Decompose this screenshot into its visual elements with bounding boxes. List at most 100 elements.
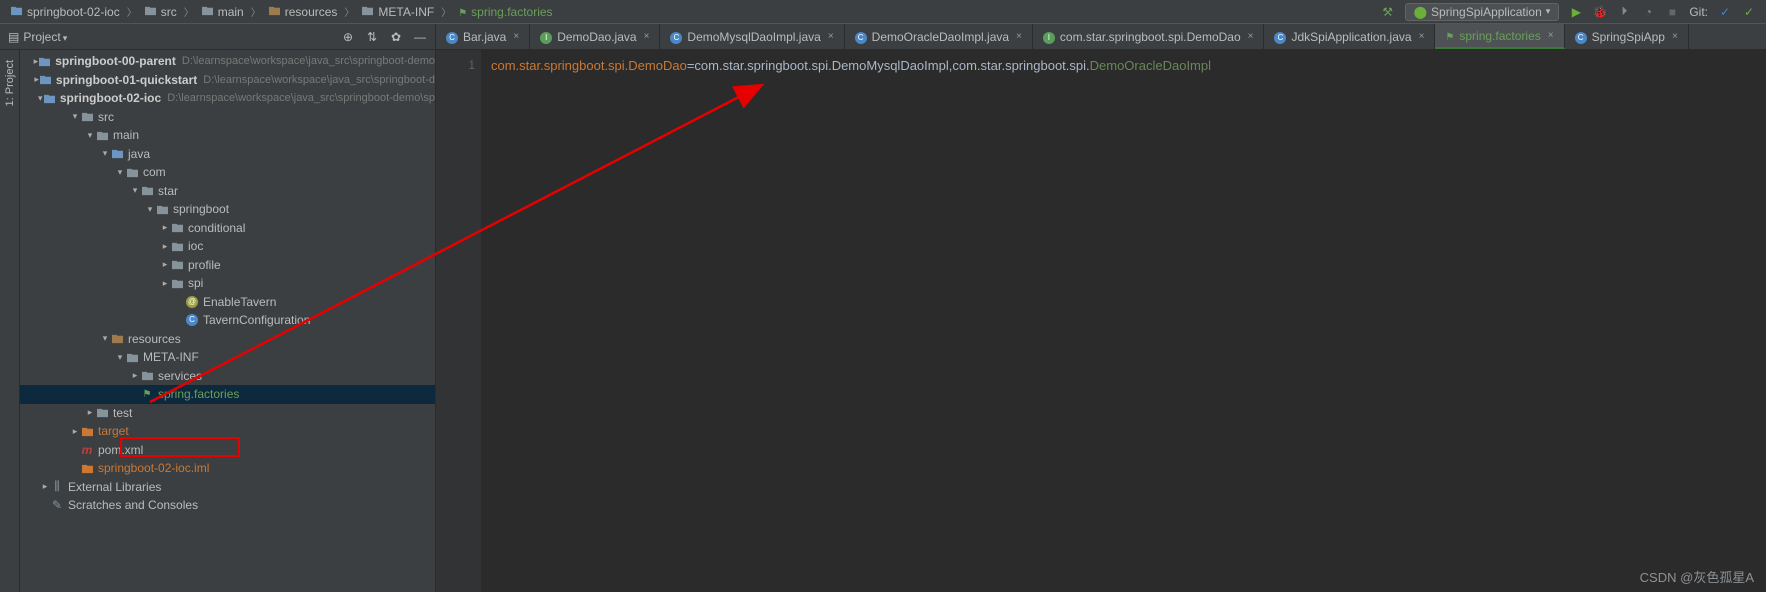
- debug-icon[interactable]: 🐞: [1593, 5, 1607, 19]
- expand-icon[interactable]: ⇅: [365, 30, 379, 44]
- tree-row[interactable]: ▾ src: [20, 108, 435, 127]
- hide-icon[interactable]: —: [413, 30, 427, 44]
- tree-row[interactable]: ▾springboot-02-iocD:\learnspace\workspac…: [20, 89, 435, 108]
- tree-row[interactable]: ▾ main: [20, 126, 435, 145]
- pkg-icon: [170, 221, 184, 235]
- tab-DemoMysqlDaoImpl-java[interactable]: CDemoMysqlDaoImpl.java×: [660, 24, 844, 49]
- close-icon[interactable]: ×: [1672, 31, 1678, 42]
- close-icon[interactable]: ×: [1248, 31, 1254, 42]
- scratch-icon: ✎: [50, 498, 64, 512]
- tab-com-star-springboot-spi-DemoDao[interactable]: Icom.star.springboot.spi.DemoDao×: [1033, 24, 1265, 49]
- tree-row[interactable]: ▸conditional: [20, 219, 435, 238]
- breadcrumb[interactable]: springboot-02-ioc〉src〉main〉resources〉MET…: [0, 4, 1381, 19]
- project-tool-icon: ▤: [8, 30, 19, 44]
- breadcrumb-item[interactable]: resources: [264, 5, 342, 19]
- tree-row[interactable]: ▾springboot: [20, 200, 435, 219]
- tree-arrow-icon[interactable]: ▸: [85, 407, 95, 418]
- tree-row[interactable]: ⚑spring.factories: [20, 385, 435, 404]
- target-icon[interactable]: ⊕: [341, 30, 355, 44]
- tree-row[interactable]: ▾resources: [20, 330, 435, 349]
- tree-row[interactable]: ▸⫼External Libraries: [20, 478, 435, 497]
- tree-row[interactable]: ▸spi: [20, 274, 435, 293]
- tree-arrow-icon[interactable]: ▾: [130, 185, 140, 196]
- tree-row[interactable]: ▸ioc: [20, 237, 435, 256]
- tree-row[interactable]: ▸profile: [20, 256, 435, 275]
- maven-icon: m: [80, 443, 94, 457]
- module-icon: [38, 54, 51, 68]
- editor-tabs[interactable]: CBar.java×IDemoDao.java×CDemoMysqlDaoImp…: [436, 24, 1766, 49]
- tree-arrow-icon[interactable]: ▾: [100, 148, 110, 159]
- folder-icon: [201, 5, 214, 19]
- git-label: Git:: [1689, 5, 1708, 19]
- tree-arrow-icon[interactable]: ▸: [130, 370, 140, 381]
- tab-spring-factories[interactable]: ⚑spring.factories×: [1435, 24, 1564, 49]
- code-line[interactable]: com.star.springboot.spi.DemoDao=com.star…: [491, 58, 1211, 73]
- tree-arrow-icon[interactable]: ▾: [70, 111, 80, 122]
- tree-row[interactable]: ▾ com: [20, 163, 435, 182]
- tree-label: src: [98, 110, 114, 124]
- profile-icon[interactable]: ◔: [1641, 5, 1655, 19]
- tree-arrow-icon[interactable]: ▸: [160, 222, 170, 233]
- tree-arrow-icon[interactable]: ▾: [100, 333, 110, 344]
- tree-row[interactable]: mpom.xml: [20, 441, 435, 460]
- hammer-icon[interactable]: ⚒: [1381, 5, 1395, 19]
- tree-arrow-icon[interactable]: ▸: [40, 481, 50, 492]
- tree-arrow-icon[interactable]: ▾: [85, 130, 95, 141]
- tree-row[interactable]: CTavernConfiguration: [20, 311, 435, 330]
- project-tab-vertical[interactable]: 1: Project: [4, 56, 16, 110]
- tree-label: main: [113, 128, 139, 142]
- tab-SpringSpiApp[interactable]: CSpringSpiApp×: [1565, 24, 1689, 49]
- tab-DemoDao-java[interactable]: IDemoDao.java×: [530, 24, 660, 49]
- tab-Bar-java[interactable]: CBar.java×: [436, 24, 530, 49]
- tree-arrow-icon[interactable]: ▸: [160, 278, 170, 289]
- tree-arrow-icon[interactable]: ▾: [115, 352, 125, 363]
- git-update-icon[interactable]: ✓: [1718, 5, 1732, 19]
- coverage-icon[interactable]: ⏵: [1617, 5, 1631, 19]
- gutter: 1: [436, 50, 481, 592]
- close-icon[interactable]: ×: [1548, 30, 1554, 41]
- tree-path: D:\learnspace\workspace\java_src\springb…: [182, 55, 435, 67]
- folder-icon: [140, 369, 154, 383]
- play-icon[interactable]: ▶: [1569, 5, 1583, 19]
- git-commit-icon[interactable]: ✓: [1742, 5, 1756, 19]
- tree-row[interactable]: ▸test: [20, 404, 435, 423]
- breadcrumb-item[interactable]: META-INF: [357, 5, 438, 19]
- tree-row[interactable]: ▾star: [20, 182, 435, 201]
- tree-label: spring.factories: [158, 387, 239, 401]
- tree-row[interactable]: @EnableTavern: [20, 293, 435, 312]
- gear-icon[interactable]: ✿: [389, 30, 403, 44]
- tree-arrow-icon[interactable]: ▸: [160, 259, 170, 270]
- tree-row[interactable]: ▾java: [20, 145, 435, 164]
- close-icon[interactable]: ×: [828, 31, 834, 42]
- tree-label: target: [98, 424, 129, 438]
- close-icon[interactable]: ×: [1016, 31, 1022, 42]
- tree-row[interactable]: springboot-02-ioc.iml: [20, 459, 435, 478]
- tree-row[interactable]: ▸services: [20, 367, 435, 386]
- tree-label: com: [143, 165, 166, 179]
- close-icon[interactable]: ×: [513, 31, 519, 42]
- breadcrumb-item[interactable]: springboot-02-ioc: [6, 5, 124, 19]
- tree-arrow-icon[interactable]: ▸: [160, 241, 170, 252]
- project-tree[interactable]: ▸springboot-00-parentD:\learnspace\works…: [20, 50, 436, 592]
- tree-row[interactable]: ▸springboot-00-parentD:\learnspace\works…: [20, 52, 435, 71]
- tree-arrow-icon[interactable]: ▸: [70, 426, 80, 437]
- tab-JdkSpiApplication-java[interactable]: CJdkSpiApplication.java×: [1264, 24, 1435, 49]
- tree-arrow-icon[interactable]: ▾: [145, 204, 155, 215]
- project-label[interactable]: Project: [23, 30, 67, 44]
- run-config-selector[interactable]: ⬤ SpringSpiApplication ▾: [1405, 3, 1560, 21]
- tree-row[interactable]: ✎Scratches and Consoles: [20, 496, 435, 515]
- tree-row[interactable]: ▾ META-INF: [20, 348, 435, 367]
- tree-label: META-INF: [143, 350, 199, 364]
- tree-arrow-icon[interactable]: ▾: [115, 167, 125, 178]
- tab-DemoOracleDaoImpl-java[interactable]: CDemoOracleDaoImpl.java×: [845, 24, 1033, 49]
- breadcrumb-item[interactable]: ⚑spring.factories: [454, 5, 556, 19]
- editor-area[interactable]: 1 com.star.springboot.spi.DemoDao=com.st…: [436, 50, 1766, 592]
- tree-row[interactable]: ▸ target: [20, 422, 435, 441]
- stop-icon: ■: [1665, 5, 1679, 19]
- breadcrumb-item[interactable]: main: [197, 5, 248, 19]
- lib-icon: ⫼: [50, 480, 64, 494]
- tree-row[interactable]: ▸springboot-01-quickstartD:\learnspace\w…: [20, 71, 435, 90]
- breadcrumb-item[interactable]: src: [140, 5, 181, 19]
- close-icon[interactable]: ×: [1419, 31, 1425, 42]
- close-icon[interactable]: ×: [644, 31, 650, 42]
